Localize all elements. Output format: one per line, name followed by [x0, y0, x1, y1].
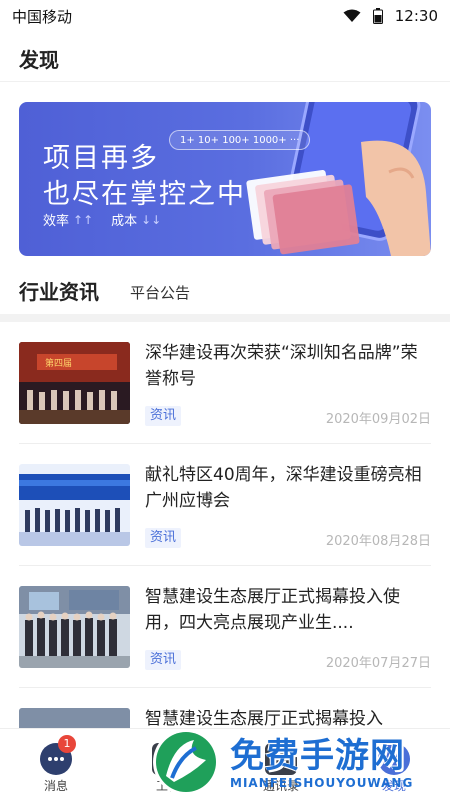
growth-pill: 1+ 10+ 100+ 1000+ ··· — [169, 130, 311, 150]
tab-industry-news[interactable]: 行业资讯 — [19, 276, 99, 305]
news-thumbnail — [19, 464, 130, 546]
news-tag: 资讯 — [145, 528, 182, 548]
status-icons: 12:30 — [343, 7, 438, 25]
carrier-label: 中国移动 — [12, 7, 73, 26]
tab-label: 消息 — [43, 779, 68, 793]
banner-headline-2: 也尽在掌控之中 — [43, 179, 246, 210]
arrow-down-icon: ↓↓ — [141, 212, 162, 227]
news-tabs: 行业资讯 平台公告 — [0, 262, 450, 314]
tab-messages[interactable]: 1 消息 — [0, 729, 112, 800]
wifi-icon — [343, 9, 361, 23]
promo-banner[interactable]: 1+ 10+ 100+ 1000+ ··· 项目再多 也尽在掌控之中 效率 ↑↑… — [19, 102, 431, 256]
page-header: 发现 — [0, 32, 450, 82]
news-title: 深华建设再次荣获“深圳知名品牌”荣誉称号 — [145, 343, 418, 389]
news-thumbnail: 第四届 — [19, 342, 130, 424]
efficiency-metric: 效率 ↑↑ — [43, 210, 94, 230]
svg-text:第四届: 第四届 — [45, 357, 72, 369]
banner-headline-1: 项目再多 — [43, 143, 159, 174]
cost-label: 成本 — [111, 214, 138, 229]
watermark-title: 免费手游网 — [230, 736, 405, 776]
news-item[interactable]: 献礼特区40周年，深华建设重磅亮相广州应博会 资讯 2020年08月28日 — [19, 444, 431, 566]
news-title: 智慧建设生态展厅正式揭幕投入使用，四大亮点展现产业生.... — [145, 587, 400, 633]
news-tag: 资讯 — [145, 406, 182, 426]
clock: 12:30 — [394, 7, 438, 25]
watermark-subtitle: MIANFEISHOUYOUWANG — [230, 776, 414, 790]
news-tag: 资讯 — [145, 650, 182, 670]
news-item[interactable]: 第四届 深华建设再次荣获“深圳知名品牌”荣誉称号 资讯 2020年09月02日 — [19, 322, 431, 444]
arrow-up-icon: ↑↑ — [73, 212, 94, 227]
banner-metrics: 效率 ↑↑ 成本 ↓↓ — [43, 210, 162, 230]
section-divider — [0, 314, 450, 322]
news-date: 2020年09月02日 — [325, 412, 431, 427]
news-item[interactable]: 智慧建设生态展厅正式揭幕投入使用，四大亮点展现产业生.... 资讯 2020年0… — [19, 566, 431, 688]
growth-pill-text: 1+ 10+ 100+ 1000+ ··· — [180, 134, 300, 146]
news-date: 2020年08月28日 — [325, 534, 431, 549]
watermark: 免费手游网 MIANFEISHOUYOUWANG — [150, 718, 450, 800]
status-bar: 中国移动 12:30 — [0, 0, 450, 32]
page-title: 发现 — [19, 48, 59, 72]
tab-platform-notice[interactable]: 平台公告 — [130, 282, 190, 303]
efficiency-label: 效率 — [43, 214, 70, 229]
news-date: 2020年07月27日 — [325, 656, 431, 671]
news-title: 献礼特区40周年，深华建设重磅亮相广州应博会 — [145, 465, 422, 511]
battery-icon — [372, 8, 383, 24]
news-thumbnail — [19, 586, 130, 668]
unread-badge: 1 — [58, 735, 76, 753]
cost-metric: 成本 ↓↓ — [111, 210, 162, 230]
watermark-logo — [153, 729, 219, 795]
